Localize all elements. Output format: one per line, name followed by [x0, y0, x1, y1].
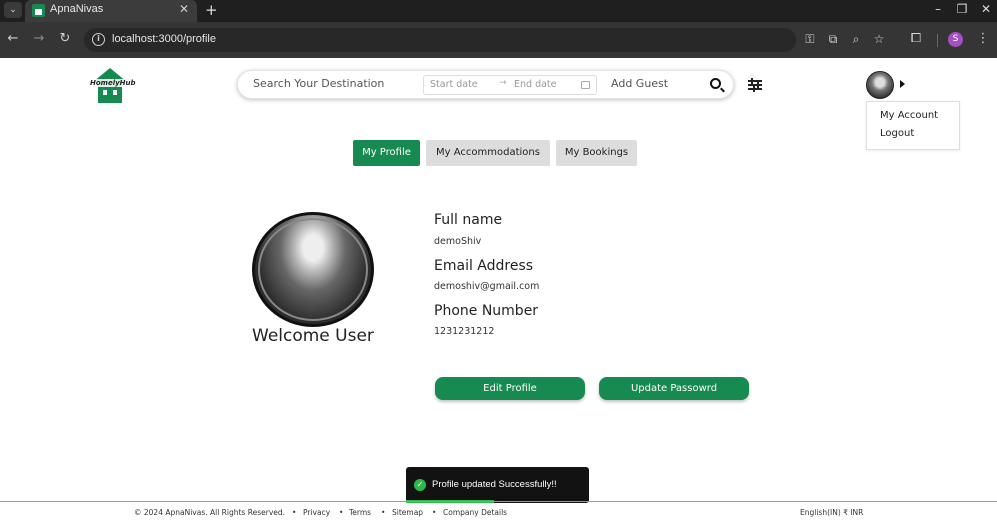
menu-item-logout[interactable]: Logout — [880, 128, 914, 139]
footer-copyright: © 2024 ApnaNivas. All Rights Reserved. — [134, 508, 286, 517]
full-name-value: demoShiv — [434, 236, 482, 247]
phone-label: Phone Number — [434, 303, 539, 319]
filter-line — [748, 84, 762, 86]
add-guest-input[interactable]: Add Guest — [611, 77, 668, 90]
zoom-icon[interactable]: ⌕ — [848, 32, 864, 47]
menu-item-my-account[interactable]: My Account — [880, 110, 938, 121]
toolbar-divider — [937, 34, 938, 47]
footer-link-privacy[interactable]: Privacy — [303, 508, 330, 517]
browser-tab-bar: ⌄ ApnaNivas ✕ + – ❐ ✕ — [0, 0, 997, 22]
bookmark-star-icon[interactable]: ☆ — [871, 32, 887, 46]
close-window-icon[interactable]: ✕ — [977, 2, 995, 16]
footer-bullet: • — [381, 508, 386, 517]
minimize-icon[interactable]: – — [929, 2, 947, 16]
new-tab-icon[interactable]: + — [205, 1, 218, 19]
date-range-picker[interactable]: Start date → End date — [423, 75, 597, 95]
logo-text: HomelyHub — [89, 79, 137, 87]
footer-bullet: • — [292, 508, 297, 517]
user-avatar[interactable] — [866, 71, 894, 99]
page-content: HomelyHub Search Your Destination Start … — [0, 58, 997, 531]
close-icon[interactable]: ✕ — [179, 2, 189, 16]
search-bar: Search Your Destination Start date → End… — [237, 70, 734, 99]
footer-link-company-details[interactable]: Company Details — [443, 508, 507, 517]
search-icon[interactable] — [710, 78, 721, 89]
more-menu-icon[interactable]: ⋮ — [975, 31, 991, 46]
footer-bullet: • — [432, 508, 437, 517]
logo-window — [113, 90, 117, 95]
footer-bullet: • — [339, 508, 344, 517]
start-date-input[interactable]: Start date — [430, 79, 478, 90]
address-bar[interactable]: i localhost:3000/profile ⚿ ⧉ ⌕ ☆ — [84, 28, 884, 52]
check-circle-icon: ✓ — [414, 479, 426, 491]
phone-value: 1231231212 — [434, 326, 495, 337]
restore-icon[interactable]: ❐ — [953, 2, 971, 16]
site-info-icon[interactable]: i — [92, 33, 105, 46]
footer-link-sitemap[interactable]: Sitemap — [392, 508, 423, 517]
forward-icon[interactable]: → — [31, 31, 47, 46]
toast-message: Profile updated Successfully!! — [432, 479, 557, 490]
browser-tab[interactable]: ApnaNivas ✕ — [25, 0, 197, 22]
url-text[interactable]: localhost:3000/profile — [112, 33, 216, 45]
browser-profile-avatar[interactable]: S — [948, 32, 963, 47]
calendar-icon[interactable] — [581, 81, 590, 89]
end-date-input[interactable]: End date — [514, 79, 557, 90]
tab-my-bookings[interactable]: My Bookings — [556, 140, 637, 166]
logo-window — [103, 90, 107, 95]
date-separator-icon: → — [499, 78, 507, 88]
tab-my-profile[interactable]: My Profile — [353, 140, 420, 166]
full-name-label: Full name — [434, 212, 503, 228]
caret-right-icon[interactable] — [900, 80, 905, 88]
footer-divider — [0, 501, 997, 502]
favicon-icon — [32, 4, 45, 17]
email-label: Email Address — [434, 258, 534, 274]
profile-tabs: My Profile My Accommodations My Bookings — [0, 140, 997, 168]
filter-icon[interactable] — [748, 78, 762, 92]
email-value: demoshiv@gmail.com — [434, 281, 540, 292]
filter-line — [748, 88, 762, 90]
welcome-heading: Welcome User — [252, 326, 374, 346]
filter-knob — [751, 78, 753, 84]
filter-knob — [753, 86, 755, 92]
password-key-icon[interactable]: ⚿ — [802, 32, 818, 47]
update-password-button[interactable]: Update Passowrd — [599, 377, 749, 400]
success-toast[interactable]: ✓ Profile updated Successfully!! — [406, 467, 589, 503]
back-icon[interactable]: ← — [5, 31, 21, 46]
filter-knob — [757, 82, 759, 88]
site-logo[interactable]: HomelyHub — [89, 68, 137, 104]
browser-toolbar: ← → ↻ i localhost:3000/profile ⚿ ⧉ ⌕ ☆ ⧠… — [0, 22, 997, 58]
extensions-icon[interactable]: ⧠ — [908, 31, 924, 46]
profile-photo — [252, 212, 374, 327]
destination-input[interactable]: Search Your Destination — [253, 77, 384, 90]
tab-title: ApnaNivas — [50, 3, 104, 15]
reload-icon[interactable]: ↻ — [57, 31, 73, 46]
footer-link-terms[interactable]: Terms — [349, 508, 371, 517]
footer-locale[interactable]: English(IN) ₹ INR — [800, 508, 863, 517]
edit-profile-button[interactable]: Edit Profile — [435, 377, 585, 400]
tab-my-accommodations[interactable]: My Accommodations — [426, 140, 550, 166]
tab-list-icon[interactable]: ⌄ — [4, 2, 22, 18]
install-app-icon[interactable]: ⧉ — [825, 32, 841, 47]
